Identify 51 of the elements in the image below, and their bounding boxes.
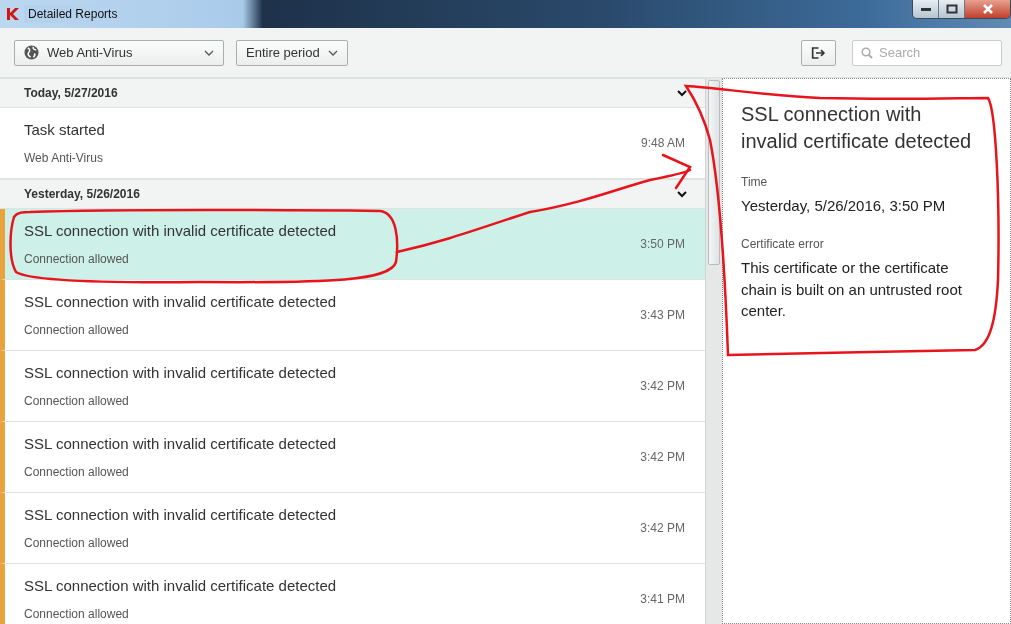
- period-dropdown[interactable]: Entire period: [236, 39, 348, 66]
- export-button[interactable]: [801, 39, 836, 66]
- chevron-down-icon: [204, 49, 214, 56]
- exit-icon: [811, 45, 826, 60]
- event-title: SSL connection with invalid certificate detected: [24, 291, 338, 312]
- event-title: Task started: [24, 119, 106, 140]
- event-title: SSL connection with invalid certificate detected: [24, 433, 338, 454]
- field-value: This certificate or the certificate chain is built on an untrusted root center.: [741, 257, 963, 322]
- event-time: 3:50 PM: [640, 236, 685, 253]
- close-icon: [981, 4, 994, 14]
- chevron-down-icon[interactable]: [677, 89, 687, 97]
- event-status: Connection allowed: [24, 251, 130, 269]
- event-time: 3:43 PM: [640, 307, 685, 324]
- event-status: Connection allowed: [24, 393, 130, 411]
- minimize-button[interactable]: [913, 0, 939, 18]
- event-status: Connection allowed: [24, 322, 130, 340]
- group-header[interactable]: Today, 5/27/2016: [0, 78, 705, 108]
- scrollbar-thumb[interactable]: [708, 80, 720, 265]
- event-title: SSL connection with invalid certificate detected: [24, 575, 338, 596]
- field-label: Certificate error: [741, 235, 825, 253]
- minimize-icon: [919, 6, 932, 12]
- event-time: 3:42 PM: [640, 378, 685, 395]
- app-logo-icon: [6, 7, 20, 21]
- chevron-down-icon[interactable]: [677, 190, 687, 198]
- event-title: SSL connection with invalid certificate detected: [24, 220, 338, 241]
- event-time: 9:48 AM: [640, 135, 685, 152]
- component-dropdown[interactable]: Web Anti-Virus: [14, 39, 224, 66]
- date-label: Today, 5/27/2016: [24, 85, 119, 102]
- close-button[interactable]: [965, 0, 1010, 18]
- search-icon: [861, 46, 873, 59]
- event-status: Connection allowed: [24, 606, 130, 624]
- globe-icon: [24, 45, 39, 60]
- group-header[interactable]: Yesterday, 5/26/2016: [0, 179, 705, 209]
- event-time: 3:42 PM: [640, 449, 685, 466]
- event-row[interactable]: SSL connection with invalid certificate detected Connection allowed 3:50 PM: [0, 209, 705, 280]
- maximize-button[interactable]: [939, 0, 965, 18]
- search-field[interactable]: Search: [852, 39, 1002, 66]
- event-title: SSL connection with invalid certificate detected: [24, 504, 338, 525]
- field-value: Yesterday, 5/26/2016, 3:50 PM: [741, 196, 947, 216]
- event-status: Connection allowed: [24, 535, 130, 553]
- event-status: Web Anti-Virus: [24, 150, 104, 168]
- scrollbar-track[interactable]: [705, 78, 722, 624]
- maximize-icon: [945, 4, 958, 14]
- event-status: Connection allowed: [24, 464, 130, 482]
- date-label: Yesterday, 5/26/2016: [24, 186, 141, 203]
- event-title: SSL connection with invalid certificate detected: [24, 362, 338, 383]
- details-title: SSL connection with invalid certificate detected: [741, 102, 973, 154]
- event-time: 3:41 PM: [640, 591, 685, 608]
- field-label: Time: [741, 174, 769, 191]
- event-time: 3:42 PM: [640, 520, 685, 537]
- chevron-down-icon: [327, 49, 338, 56]
